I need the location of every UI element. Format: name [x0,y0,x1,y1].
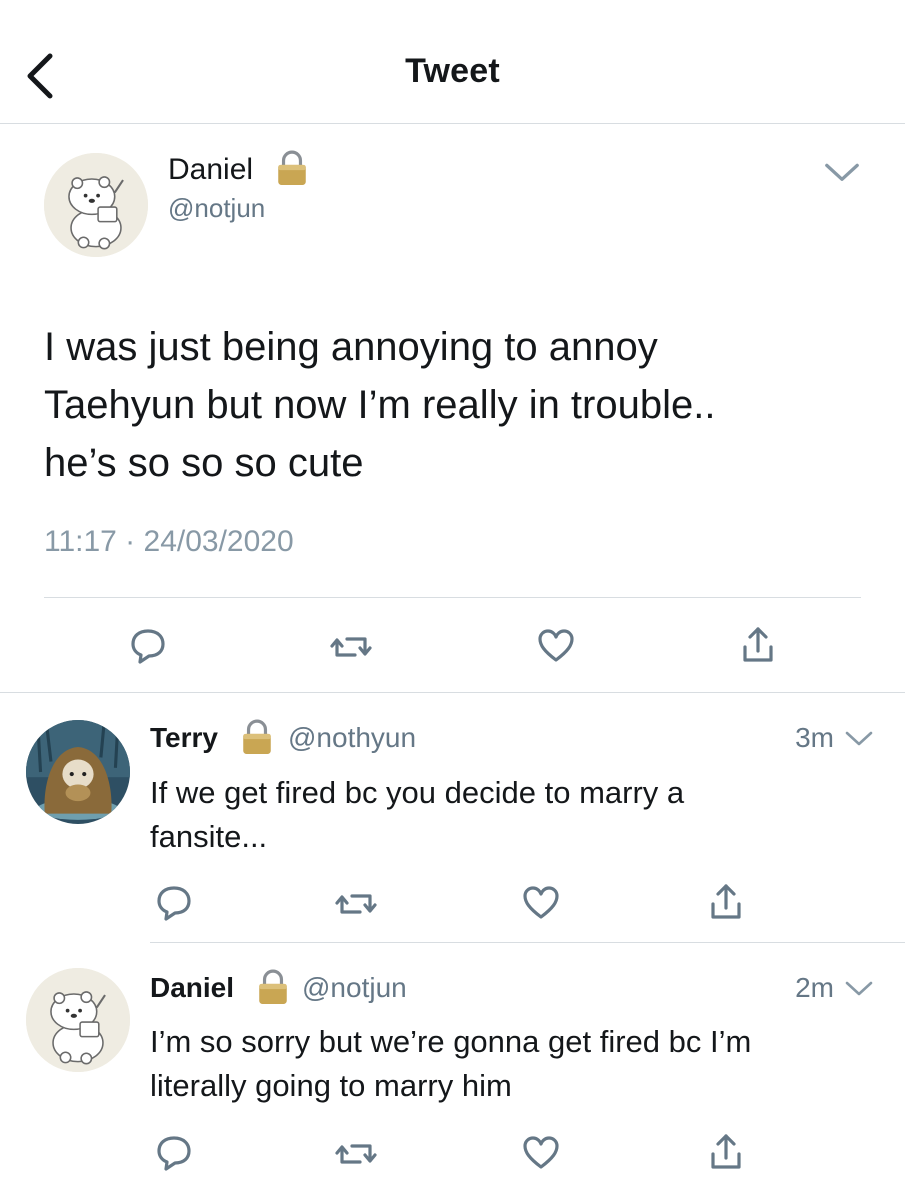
divider [44,597,861,598]
tweet-text: I was just being annoying to annoy Taehy… [44,318,864,492]
reply-time: 2m [795,972,834,1003]
reply-icon[interactable] [154,1132,194,1172]
avatar[interactable] [44,153,148,257]
chevron-down-icon[interactable] [844,729,874,749]
reply-author-name[interactable]: Daniel [150,972,234,1004]
header-divider [0,123,905,124]
reply-text-line: fansite... [150,819,268,854]
tweet-text-line: Taehyun but now I’m really in trouble.. [44,383,716,427]
tweet-text-line: I was just being annoying to annoy [44,325,658,369]
reply-author-name[interactable]: Terry [150,722,218,754]
avatar[interactable] [26,720,130,824]
lock-icon [276,150,308,186]
reply-icon[interactable] [154,882,194,922]
like-icon[interactable] [521,885,561,921]
reply-text: If we get fired bc you decide to marry a… [150,771,880,859]
retweet-icon[interactable] [334,1134,378,1174]
lock-icon [257,969,289,1005]
chevron-down-icon[interactable] [823,160,861,186]
share-icon[interactable] [740,625,776,665]
divider [0,692,905,693]
retweet-icon[interactable] [329,627,373,667]
page-title: Tweet [405,52,500,90]
reply-text: I’m so sorry but we’re gonna get fired b… [150,1020,890,1108]
share-icon[interactable] [708,1132,744,1172]
avatar[interactable] [26,968,130,1072]
lock-icon [241,719,273,755]
reply-author-handle[interactable]: @notjun [302,972,407,1004]
reply-text-line: literally going to marry him [150,1068,512,1103]
chevron-down-icon[interactable] [844,979,874,999]
divider [150,942,905,943]
like-icon[interactable] [521,1135,561,1171]
reply-icon[interactable] [128,625,168,665]
share-icon[interactable] [708,882,744,922]
reply-time: 3m [795,722,834,753]
tweet-text-line: he’s so so so cute [44,441,364,485]
author-name[interactable]: Daniel [168,153,253,187]
tweet-timestamp[interactable]: 11:17 · 24/03/2020 [44,525,294,559]
retweet-icon[interactable] [334,884,378,924]
reply-text-line: If we get fired bc you decide to marry a [150,775,685,810]
author-handle[interactable]: @notjun [168,193,265,224]
reply-author-handle[interactable]: @nothyun [288,722,416,754]
reply-text-line: I’m so sorry but we’re gonna get fired b… [150,1024,752,1059]
like-icon[interactable] [536,628,576,664]
